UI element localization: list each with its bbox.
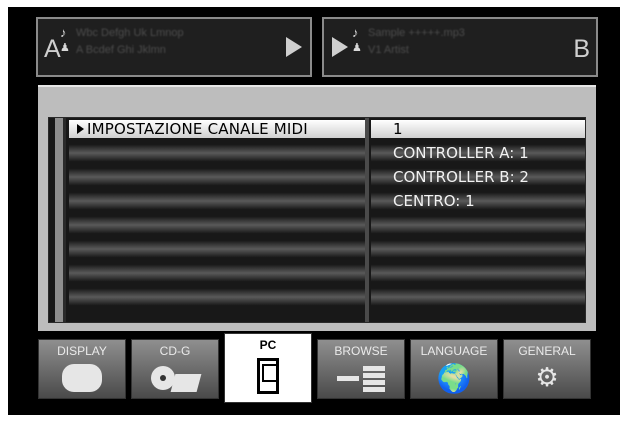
tab-label: BROWSE	[334, 344, 388, 358]
list-item[interactable]	[69, 216, 365, 234]
value-text: CONTROLLER B: 2	[393, 168, 529, 186]
tab-label: GENERAL	[518, 344, 576, 358]
deck-a-track-artist: A Bcdef Ghi Jklmn	[76, 44, 166, 56]
person-icon: ♟	[352, 42, 362, 54]
deck-b-track-title: Sample +++++.mp3	[368, 27, 465, 39]
tab-pc[interactable]: PC	[224, 333, 312, 403]
settings-panel: IMPOSTAZIONE CANALE MIDI 1 CONTROLLER A:…	[38, 85, 596, 331]
device-screen: A ♪ ♟ Wbc Defgh Uk Lmnop A Bcdef Ghi Jkl…	[8, 7, 620, 415]
deck-b-panel[interactable]: ♪ ♟ Sample +++++.mp3 V1 Artist B	[322, 17, 598, 77]
value-row	[371, 264, 585, 282]
world-map-icon: 🌍	[436, 363, 472, 394]
value-row[interactable]: CONTROLLER A: 1	[371, 144, 585, 162]
value-text: 1	[393, 120, 403, 138]
play-icon[interactable]	[286, 37, 302, 57]
deck-a-track-title: Wbc Defgh Uk Lmnop	[76, 27, 184, 39]
column-divider	[365, 118, 369, 322]
settings-list: IMPOSTAZIONE CANALE MIDI 1 CONTROLLER A:…	[48, 117, 586, 323]
list-item-selected[interactable]: IMPOSTAZIONE CANALE MIDI	[69, 120, 365, 138]
list-item: IMPOSTAZIONE CANALE MIDI	[77, 120, 308, 138]
deck-b-letter: B	[573, 35, 590, 63]
tab-display[interactable]: DISPLAY	[38, 339, 126, 399]
deck-a-letter: A	[44, 35, 61, 63]
list-item[interactable]	[69, 264, 365, 282]
deck-b-track-artist: V1 Artist	[368, 44, 409, 56]
value-row[interactable]: CENTRO: 1	[371, 192, 585, 210]
tools-icon: ⚙	[535, 362, 559, 392]
tab-browse[interactable]: BROWSE	[317, 339, 405, 399]
tab-cdg[interactable]: CD-G	[131, 339, 219, 399]
scrollbar[interactable]	[55, 118, 66, 322]
tab-label: LANGUAGE	[420, 344, 488, 358]
value-text: CONTROLLER A: 1	[393, 144, 529, 162]
display-icon	[62, 364, 102, 392]
list-item[interactable]	[69, 144, 365, 162]
music-note-icon: ♪	[60, 25, 67, 40]
deck-a-panel[interactable]: A ♪ ♟ Wbc Defgh Uk Lmnop A Bcdef Ghi Jkl…	[36, 17, 312, 77]
selected-item-label: IMPOSTAZIONE CANALE MIDI	[87, 120, 308, 138]
list-item[interactable]	[69, 240, 365, 258]
tab-label: PC	[259, 338, 277, 352]
value-text: CENTRO: 1	[393, 192, 475, 210]
value-row[interactable]: CONTROLLER B: 2	[371, 168, 585, 186]
value-row	[371, 288, 585, 306]
value-row	[371, 216, 585, 234]
play-icon[interactable]	[332, 37, 348, 57]
tab-language[interactable]: LANGUAGE 🌍	[410, 339, 498, 399]
list-item[interactable]	[69, 288, 365, 306]
pc-icon	[257, 358, 279, 394]
music-note-icon: ♪	[352, 25, 359, 40]
list-item[interactable]	[69, 192, 365, 210]
pointer-icon	[77, 124, 84, 134]
tab-general[interactable]: GENERAL ⚙	[503, 339, 591, 399]
person-icon: ♟	[60, 42, 70, 54]
list-item[interactable]	[69, 168, 365, 186]
tab-label: DISPLAY	[57, 344, 107, 358]
value-row	[371, 240, 585, 258]
tab-label: CD-G	[159, 344, 191, 358]
settings-tab-bar: DISPLAY CD-G PC BROWSE LANGUAGE 🌍 GENERA…	[38, 333, 596, 403]
cdg-icon	[151, 366, 202, 392]
settings-items-column: IMPOSTAZIONE CANALE MIDI	[69, 118, 365, 322]
browse-icon	[337, 366, 385, 392]
value-row-selected[interactable]: 1	[371, 120, 585, 138]
settings-values-column: 1 CONTROLLER A: 1 CONTROLLER B: 2 CENTRO…	[371, 118, 585, 322]
